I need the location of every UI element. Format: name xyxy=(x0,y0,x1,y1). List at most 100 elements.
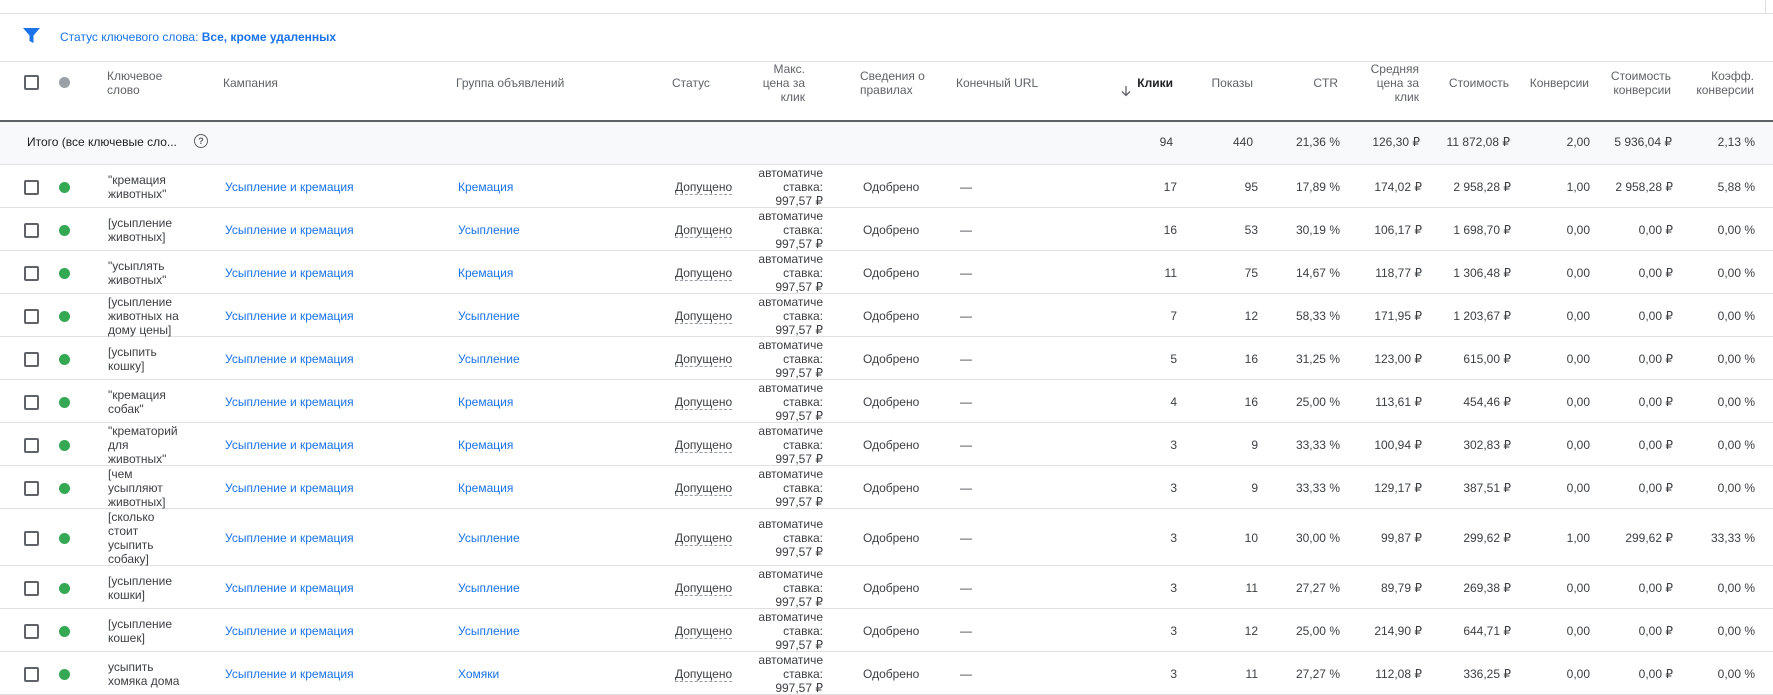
row-checkbox[interactable] xyxy=(24,309,39,324)
keyword-text[interactable]: [усыпление кошки] xyxy=(108,574,193,602)
table-row[interactable]: "кремация собак" Усыпление и кремация Кре… xyxy=(0,380,1773,423)
approval-status[interactable]: Допущено xyxy=(675,481,733,496)
approval-status[interactable]: Допущено xyxy=(675,223,733,238)
max-cpc-bid[interactable]: автоматиче ставка: 997,57 ₽ xyxy=(740,467,823,509)
table-row[interactable]: [чем усыпляют животных] Усыпление и кремац… xyxy=(0,466,1773,509)
row-checkbox[interactable] xyxy=(24,395,39,410)
adgroup-link[interactable]: Кремация xyxy=(458,481,513,495)
adgroup-link[interactable]: Кремация xyxy=(458,266,513,280)
max-cpc-bid[interactable]: автоматиче ставка: 997,57 ₽ xyxy=(740,517,823,559)
table-row[interactable]: "усыплять животных" Усыпление и кремация … xyxy=(0,251,1773,294)
adgroup-link[interactable]: Хомяки xyxy=(458,667,499,681)
adgroup-link[interactable]: Усыпление xyxy=(458,531,520,545)
filter-icon[interactable] xyxy=(23,28,40,44)
col-conversions[interactable]: Конверсии xyxy=(1510,76,1589,90)
table-row[interactable]: [усыпление животных на дому цены] Усыплени… xyxy=(0,294,1773,337)
adgroup-link[interactable]: Усыпление xyxy=(458,352,520,366)
col-status[interactable]: Статус xyxy=(672,76,710,90)
max-cpc-bid[interactable]: автоматиче ставка: 997,57 ₽ xyxy=(740,295,823,337)
col-cost[interactable]: Стоимость xyxy=(1420,76,1509,90)
help-icon[interactable]: ? xyxy=(194,134,208,148)
col-policy[interactable]: Сведения о правилах xyxy=(860,69,925,97)
table-row[interactable]: [усыпить кошку] Усыпление и кремация Усып… xyxy=(0,337,1773,380)
row-checkbox[interactable] xyxy=(24,531,39,546)
row-checkbox[interactable] xyxy=(24,180,39,195)
approval-status[interactable]: Допущено xyxy=(675,309,733,324)
table-row[interactable]: [усыпление кошек] Усыпление и кремация Ус… xyxy=(0,609,1773,652)
approval-status[interactable]: Допущено xyxy=(675,438,733,453)
row-checkbox[interactable] xyxy=(24,624,39,639)
table-row[interactable]: "крематорий для животных" Усыпление и крем… xyxy=(0,423,1773,466)
row-checkbox[interactable] xyxy=(24,266,39,281)
row-checkbox[interactable] xyxy=(24,667,39,682)
table-row[interactable]: [усыпление животных] Усыпление и кремация… xyxy=(0,208,1773,251)
max-cpc-bid[interactable]: автоматиче ставка: 997,57 ₽ xyxy=(740,381,823,423)
keyword-text[interactable]: [усыпление животных на дому цены] xyxy=(108,295,193,337)
campaign-link[interactable]: Усыпление и кремация xyxy=(225,395,354,409)
sort-arrow-down-icon[interactable] xyxy=(1121,86,1131,97)
keyword-text[interactable]: [усыпление кошек] xyxy=(108,617,193,645)
keyword-text[interactable]: [усыпление животных] xyxy=(108,216,193,244)
keyword-text[interactable]: [чем усыпляют животных] xyxy=(108,467,193,509)
campaign-link[interactable]: Усыпление и кремация xyxy=(225,266,354,280)
keyword-text[interactable]: "кремация животных" xyxy=(108,173,193,201)
col-max-cpc[interactable]: Макс. цена за клик xyxy=(730,62,805,104)
row-checkbox[interactable] xyxy=(24,438,39,453)
approval-status[interactable]: Допущено xyxy=(675,266,733,281)
adgroup-link[interactable]: Усыпление xyxy=(458,309,520,323)
max-cpc-bid[interactable]: автоматиче ставка: 997,57 ₽ xyxy=(740,166,823,208)
filter-bar[interactable]: Статус ключевого слова: Все, кроме удале… xyxy=(0,14,1773,62)
col-conversion-rate[interactable]: Коэфф. конверсии xyxy=(1680,69,1754,97)
campaign-link[interactable]: Усыпление и кремация xyxy=(225,667,354,681)
col-keyword[interactable]: Ключевое слово xyxy=(107,69,162,97)
campaign-link[interactable]: Усыпление и кремация xyxy=(225,309,354,323)
col-cost-per-conversion[interactable]: Стоимость конверсии xyxy=(1600,69,1671,97)
approval-status[interactable]: Допущено xyxy=(675,352,733,367)
approval-status[interactable]: Допущено xyxy=(675,180,733,195)
campaign-link[interactable]: Усыпление и кремация xyxy=(225,531,354,545)
campaign-link[interactable]: Усыпление и кремация xyxy=(225,624,354,638)
keyword-text[interactable]: "усыплять животных" xyxy=(108,259,193,287)
col-campaign[interactable]: Кампания xyxy=(223,76,278,90)
max-cpc-bid[interactable]: автоматиче ставка: 997,57 ₽ xyxy=(740,610,823,652)
max-cpc-bid[interactable]: автоматиче ставка: 997,57 ₽ xyxy=(740,252,823,294)
adgroup-link[interactable]: Усыпление xyxy=(458,624,520,638)
col-avg-cpc[interactable]: Средняя цена за клик xyxy=(1350,62,1419,104)
campaign-link[interactable]: Усыпление и кремация xyxy=(225,581,354,595)
row-checkbox[interactable] xyxy=(24,581,39,596)
max-cpc-bid[interactable]: автоматиче ставка: 997,57 ₽ xyxy=(740,567,823,609)
campaign-link[interactable]: Усыпление и кремация xyxy=(225,223,354,237)
adgroup-link[interactable]: Кремация xyxy=(458,180,513,194)
col-impressions[interactable]: Показы xyxy=(1190,76,1253,90)
max-cpc-bid[interactable]: автоматиче ставка: 997,57 ₽ xyxy=(740,338,823,380)
approval-status[interactable]: Допущено xyxy=(675,667,733,682)
col-adgroup[interactable]: Группа объявлений xyxy=(456,76,564,90)
row-checkbox[interactable] xyxy=(24,481,39,496)
table-row[interactable]: [сколько стоит усыпить собаку] Усыпление и … xyxy=(0,509,1773,566)
approval-status[interactable]: Допущено xyxy=(675,581,733,596)
keyword-text[interactable]: "кремация собак" xyxy=(108,388,193,416)
keyword-text[interactable]: [усыпить кошку] xyxy=(108,345,193,373)
col-final-url[interactable]: Конечный URL xyxy=(956,76,1038,90)
campaign-link[interactable]: Усыпление и кремация xyxy=(225,352,354,366)
max-cpc-bid[interactable]: автоматиче ставка: 997,57 ₽ xyxy=(740,424,823,466)
approval-status[interactable]: Допущено xyxy=(675,624,733,639)
adgroup-link[interactable]: Кремация xyxy=(458,395,513,409)
keyword-text[interactable]: "крематорий для животных" xyxy=(108,424,193,466)
approval-status[interactable]: Допущено xyxy=(675,395,733,410)
keyword-text[interactable]: усыпить хомяка дома xyxy=(108,660,193,688)
campaign-link[interactable]: Усыпление и кремация xyxy=(225,481,354,495)
max-cpc-bid[interactable]: автоматиче ставка: 997,57 ₽ xyxy=(740,209,823,251)
table-row[interactable]: "кремация животных" Усыпление и кремация … xyxy=(0,165,1773,208)
select-all-checkbox[interactable] xyxy=(24,75,39,90)
approval-status[interactable]: Допущено xyxy=(675,531,733,546)
adgroup-link[interactable]: Усыпление xyxy=(458,223,520,237)
adgroup-link[interactable]: Усыпление xyxy=(458,581,520,595)
adgroup-link[interactable]: Кремация xyxy=(458,438,513,452)
keyword-text[interactable]: [сколько стоит усыпить собаку] xyxy=(108,510,193,566)
table-row[interactable]: [усыпление кошки] Усыпление и кремация Ус… xyxy=(0,566,1773,609)
row-checkbox[interactable] xyxy=(24,223,39,238)
row-checkbox[interactable] xyxy=(24,352,39,367)
campaign-link[interactable]: Усыпление и кремация xyxy=(225,438,354,452)
keyword-status-filter[interactable]: Статус ключевого слова: Все, кроме удале… xyxy=(60,30,336,44)
